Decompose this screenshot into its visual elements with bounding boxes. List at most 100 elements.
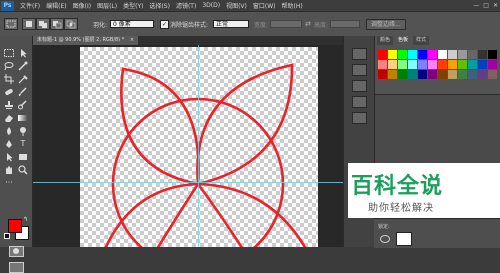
height-input[interactable]: [330, 20, 360, 28]
foreground-color-swatch[interactable]: [8, 219, 22, 233]
swatch-cell[interactable]: [408, 60, 417, 69]
tab-styles[interactable]: 样式: [413, 36, 430, 45]
width-input[interactable]: [270, 20, 302, 28]
swatch-cell[interactable]: [418, 70, 427, 79]
hand-tool-icon[interactable]: [3, 165, 15, 175]
layer-visibility-icon[interactable]: [380, 235, 390, 243]
swatch-cell[interactable]: [488, 60, 497, 69]
menu-window[interactable]: 窗口(W): [250, 1, 279, 10]
antialias-checkbox[interactable]: ✓: [160, 20, 169, 29]
history-brush-tool-icon[interactable]: [17, 100, 29, 110]
more-tools-icon[interactable]: ···: [3, 178, 15, 188]
quick-mask-icon[interactable]: [9, 246, 24, 257]
dodge-tool-icon[interactable]: [17, 126, 29, 136]
style-select[interactable]: 正常: [213, 20, 249, 28]
swatch-cell[interactable]: [378, 60, 387, 69]
swatch-cell[interactable]: [388, 60, 397, 69]
swatch-cell[interactable]: [488, 50, 497, 59]
menu-file[interactable]: 文件(F): [17, 1, 43, 10]
tab-swatches[interactable]: 色板: [395, 36, 412, 45]
swatch-cell[interactable]: [468, 70, 477, 79]
swatch-cell[interactable]: [408, 70, 417, 79]
eraser-tool-icon[interactable]: [3, 113, 15, 123]
swatch-cell[interactable]: [458, 50, 467, 59]
crop-tool-icon[interactable]: [3, 74, 15, 84]
history-panel-icon[interactable]: [352, 48, 367, 60]
swatch-cell[interactable]: [458, 70, 467, 79]
close-button[interactable]: ✕: [493, 2, 498, 9]
marquee-preset-icon[interactable]: [4, 18, 18, 30]
menu-type[interactable]: 类型(Y): [120, 1, 146, 10]
swatch-cell[interactable]: [408, 50, 417, 59]
swatch-cell[interactable]: [428, 50, 437, 59]
swatch-cell[interactable]: [488, 70, 497, 79]
subtract-selection-icon[interactable]: [50, 18, 64, 30]
menu-edit[interactable]: 编辑(E): [43, 1, 69, 10]
menu-select[interactable]: 选择(S): [146, 1, 173, 10]
swatch-cell[interactable]: [398, 70, 407, 79]
properties-panel-icon[interactable]: [352, 64, 367, 76]
swap-dimensions-icon[interactable]: ⇄: [305, 20, 311, 28]
swatch-cell[interactable]: [478, 70, 487, 79]
minimize-button[interactable]: —: [473, 2, 479, 9]
path-select-tool-icon[interactable]: [3, 152, 15, 162]
move-tool-icon[interactable]: [3, 48, 15, 58]
swatch-cell[interactable]: [428, 70, 437, 79]
swatch-cell[interactable]: [438, 50, 447, 59]
swatch-cell[interactable]: [448, 60, 457, 69]
swatch-cell[interactable]: [378, 70, 387, 79]
new-selection-icon[interactable]: [22, 18, 36, 30]
swatch-cell[interactable]: [458, 60, 467, 69]
pen-tool-icon[interactable]: [3, 139, 15, 149]
swatch-cell[interactable]: [388, 50, 397, 59]
adjustments-panel-icon[interactable]: [352, 80, 367, 92]
quick-select-tool-icon[interactable]: [17, 61, 29, 71]
screen-mode-icon[interactable]: [9, 262, 24, 273]
swatch-cell[interactable]: [448, 70, 457, 79]
brush-tool-icon[interactable]: [17, 87, 29, 97]
refine-edge-button[interactable]: 调整边缘...: [366, 19, 406, 30]
swatch-cell[interactable]: [468, 60, 477, 69]
swatch-cell[interactable]: [418, 60, 427, 69]
swatch-cell[interactable]: [398, 50, 407, 59]
swatch-cell[interactable]: [478, 50, 487, 59]
menu-image[interactable]: 图像(I): [70, 1, 94, 10]
menu-3d[interactable]: 3D(D): [199, 2, 223, 9]
menu-view[interactable]: 视图(V): [223, 1, 250, 10]
swatch-cell[interactable]: [428, 60, 437, 69]
swatch-cell[interactable]: [388, 70, 397, 79]
swatch-cell[interactable]: [438, 70, 447, 79]
swatch-cell[interactable]: [418, 50, 427, 59]
swatch-cell[interactable]: [478, 60, 487, 69]
menu-layer[interactable]: 图层(L): [94, 1, 120, 10]
move-arrow-icon[interactable]: [17, 48, 29, 58]
swap-colors-icon[interactable]: ↰: [23, 216, 28, 223]
add-selection-icon[interactable]: [36, 18, 50, 30]
clone-stamp-tool-icon[interactable]: [3, 100, 15, 110]
swatch-cell[interactable]: [378, 50, 387, 59]
feather-input[interactable]: 0 像素: [110, 20, 154, 28]
eyedropper-tool-icon[interactable]: [17, 74, 29, 84]
default-colors-icon[interactable]: [4, 233, 10, 239]
vertical-guide[interactable]: [198, 45, 199, 247]
healing-tool-icon[interactable]: [3, 87, 15, 97]
maximize-button[interactable]: □: [483, 2, 489, 9]
horizontal-guide[interactable]: [33, 182, 343, 183]
brush-panel-icon[interactable]: [352, 112, 367, 124]
swatch-cell[interactable]: [398, 60, 407, 69]
blur-tool-icon[interactable]: [3, 126, 15, 136]
info-panel-icon[interactable]: [352, 96, 367, 108]
document-tab[interactable]: 未标题-1 @ 90.9% (图层 2, RGB/8) * ×: [33, 36, 139, 45]
canvas-area[interactable]: [33, 45, 343, 247]
menu-help[interactable]: 帮助(H): [279, 1, 306, 10]
layer-thumbnail[interactable]: [396, 232, 412, 246]
intersect-selection-icon[interactable]: [64, 18, 78, 30]
swatch-cell[interactable]: [438, 60, 447, 69]
lasso-tool-icon[interactable]: [3, 61, 15, 71]
swatch-cell[interactable]: [468, 50, 477, 59]
document-tab-close-icon[interactable]: ×: [130, 37, 134, 43]
menu-filter[interactable]: 滤镜(T): [173, 1, 199, 10]
canvas[interactable]: [80, 47, 318, 247]
type-tool-icon[interactable]: T: [17, 139, 29, 149]
swatch-cell[interactable]: [448, 50, 457, 59]
